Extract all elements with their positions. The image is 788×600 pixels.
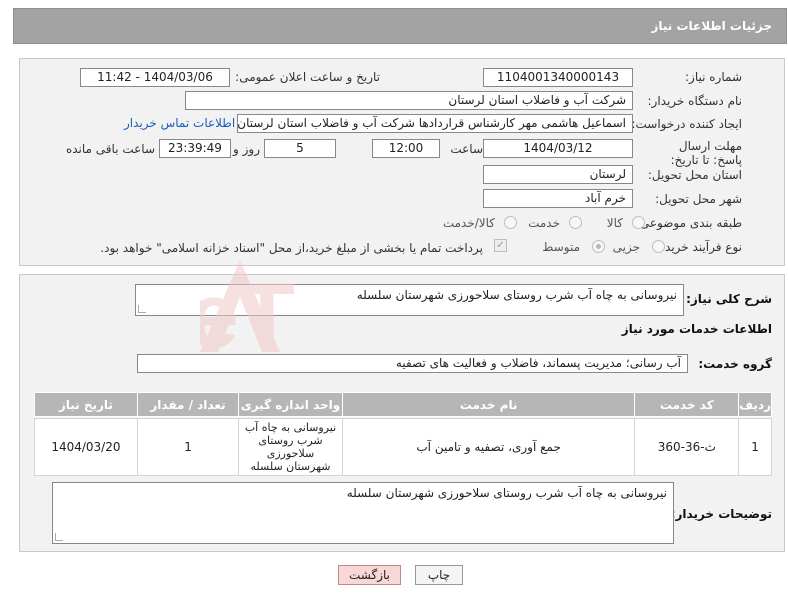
page-title: جزئیات اطلاعات نیاز [651, 19, 772, 33]
purchase-medium-label: متوسط [542, 240, 580, 254]
service-group-label: گروه خدمت: [698, 357, 772, 371]
payment-note: پرداخت تمام یا بخشی از مبلغ خرید،از محل … [100, 241, 483, 255]
remaining-time-field[interactable]: 23:39:49 [159, 139, 231, 158]
back-button[interactable]: بازگشت [338, 565, 401, 585]
service-group-field[interactable]: آب رسانی؛ مدیریت پسماند، فاضلاب و فعالیت… [137, 354, 688, 373]
resize-grip-icon[interactable] [138, 305, 146, 313]
summary-label: شرح کلی نیاز: [686, 292, 772, 306]
header-bar: جزئیات اطلاعات نیاز [13, 8, 787, 44]
col-date: تاریخ نیاز [34, 392, 138, 417]
announce-label: تاریخ و ساعت اعلان عمومی: [235, 70, 380, 84]
creator-field[interactable]: اسماعیل هاشمی مهر کارشناس قراردادها شرکت… [237, 114, 633, 133]
deadline-time-field[interactable]: 12:00 [372, 139, 440, 158]
cell-code: ث-36-360 [634, 418, 740, 476]
buyer-notes-label: توضیحات خریدار: [670, 507, 772, 521]
days-label: روز و [233, 142, 260, 156]
col-code: کد خدمت [634, 392, 740, 417]
need-number-label: شماره نیاز: [685, 70, 742, 84]
cell-unit: نیروسانی به چاه آب شرب روستای سلاحورزی ش… [238, 418, 343, 476]
buyer-notes-text: نیروسانی به چاه آب شرب روستای سلاحورزی ش… [346, 486, 667, 500]
print-button[interactable]: چاپ [415, 565, 463, 585]
purchase-medium-radio[interactable] [592, 240, 605, 253]
province-label: استان محل تحویل: [647, 168, 742, 182]
resize-grip-icon[interactable] [55, 533, 63, 541]
category-label: طبقه بندی موضوعی: [635, 216, 742, 230]
cell-name: جمع آوری، تصفیه و تامین آب [341, 418, 636, 476]
purchase-minor-label: جزیی [612, 240, 640, 254]
services-table: ردیف کد خدمت نام خدمت واحد اندازه گیری ت… [34, 392, 772, 476]
announce-datetime-field[interactable]: 1404/03/06 - 11:42 [80, 68, 230, 87]
deadline-time-label: ساعت [450, 142, 483, 156]
treasury-checkbox[interactable]: ✓ [494, 239, 507, 252]
remaining-label: ساعت باقی مانده [65, 142, 155, 156]
purchase-minor-radio[interactable] [652, 240, 665, 253]
col-name: نام خدمت [341, 392, 636, 417]
category-both-label: کالا/خدمت [442, 216, 495, 230]
cell-date: 1404/03/20 [34, 418, 138, 476]
days-field[interactable]: 5 [264, 139, 336, 158]
table-row: 1 ث-36-360 جمع آوری، تصفیه و تامین آب نی… [34, 418, 772, 476]
deadline-date-field[interactable]: 1404/03/12 [483, 139, 633, 158]
col-row: ردیف [738, 392, 772, 417]
deadline-label: مهلت ارسال پاسخ: تا تاریخ: [670, 139, 742, 167]
buyer-notes-textarea[interactable]: نیروسانی به چاه آب شرب روستای سلاحورزی ش… [52, 482, 674, 544]
summary-textarea[interactable]: نیروسانی به چاه آب شرب روستای سلاحورزی ش… [135, 284, 684, 316]
buyer-org-field[interactable]: شرکت آب و فاضلاب استان لرستان [185, 91, 633, 110]
city-label: شهر محل تحویل: [655, 192, 742, 206]
cell-qty: 1 [136, 418, 240, 476]
summary-text: نیروسانی به چاه آب شرب روستای سلاحورزی ش… [356, 288, 677, 302]
need-number-field[interactable]: 1104001340000143 [483, 68, 633, 87]
creator-label: ایجاد کننده درخواست: [631, 117, 742, 131]
category-goods-radio[interactable] [632, 216, 645, 229]
buyer-org-label: نام دستگاه خریدار: [647, 94, 743, 108]
col-unit: واحد اندازه گیری [238, 392, 343, 417]
province-field[interactable]: لرستان [483, 165, 633, 184]
category-goods-label: کالا [606, 216, 623, 230]
buyer-contact-link[interactable]: اطلاعات تماس خریدار [124, 116, 235, 130]
category-service-radio[interactable] [569, 216, 582, 229]
col-qty: تعداد / مقدار [136, 392, 240, 417]
category-both-radio[interactable] [504, 216, 517, 229]
services-heading: اطلاعات خدمات مورد نیاز [621, 322, 772, 336]
cell-row: 1 [738, 418, 772, 476]
city-field[interactable]: خرم آباد [483, 189, 633, 208]
purchase-type-label: نوع فرآیند خرید : [657, 240, 742, 254]
category-service-label: خدمت [528, 216, 560, 230]
